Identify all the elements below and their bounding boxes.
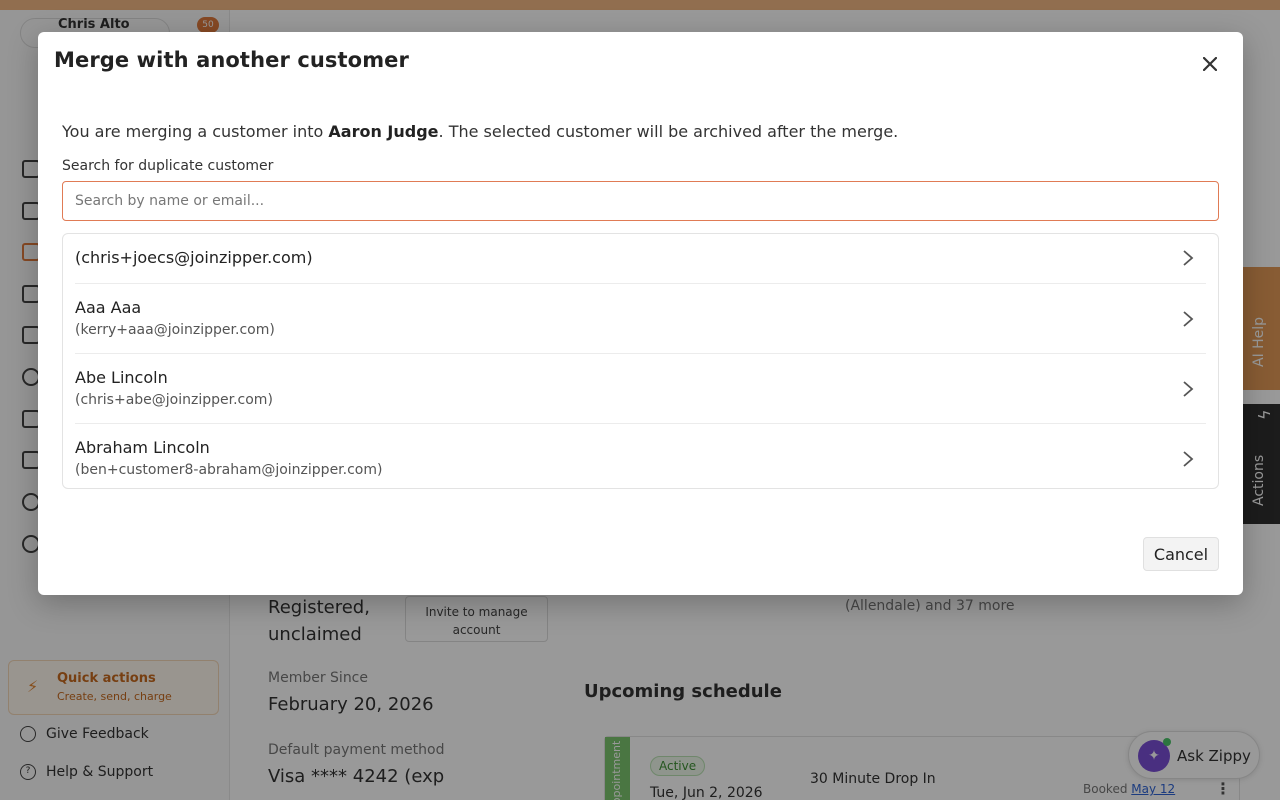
chevron-right-icon — [1183, 311, 1194, 327]
customer-email: (kerry+aaa@joinzipper.com) — [75, 322, 275, 338]
list-item[interactable]: Aaa Aaa (kerry+aaa@joinzipper.com) — [75, 283, 1206, 353]
merge-customer-dialog: Merge with another customer You are merg… — [38, 32, 1243, 595]
list-item[interactable]: Abe Lincoln (chris+abe@joinzipper.com) — [75, 353, 1206, 423]
chevron-right-icon — [1183, 451, 1194, 467]
customer-name: Aaa Aaa — [75, 298, 142, 317]
customer-email: (ben+customer8-abraham@joinzipper.com) — [75, 462, 383, 478]
customer-name: Abraham Lincoln — [75, 438, 210, 457]
merge-intro-text: You are merging a customer into Aaron Ju… — [62, 122, 899, 141]
customer-name: (chris+joecs@joinzipper.com) — [75, 248, 313, 267]
chevron-right-icon — [1183, 250, 1194, 266]
chevron-right-icon — [1183, 381, 1194, 397]
list-item[interactable]: Abraham Lincoln (ben+customer8-abraham@j… — [75, 423, 1206, 488]
close-icon — [1203, 57, 1217, 71]
close-button[interactable] — [1198, 52, 1222, 76]
customer-results-list: (chris+joecs@joinzipper.com) Aaa Aaa (ke… — [62, 233, 1219, 489]
target-customer-name: Aaron Judge — [328, 122, 439, 141]
customer-email: (chris+abe@joinzipper.com) — [75, 392, 273, 408]
list-item[interactable]: (chris+joecs@joinzipper.com) — [75, 234, 1206, 283]
cancel-button[interactable]: Cancel — [1143, 537, 1219, 571]
dialog-title: Merge with another customer — [54, 48, 409, 72]
search-input[interactable] — [62, 181, 1219, 221]
search-label: Search for duplicate customer — [62, 158, 274, 174]
customer-name: Abe Lincoln — [75, 368, 168, 387]
